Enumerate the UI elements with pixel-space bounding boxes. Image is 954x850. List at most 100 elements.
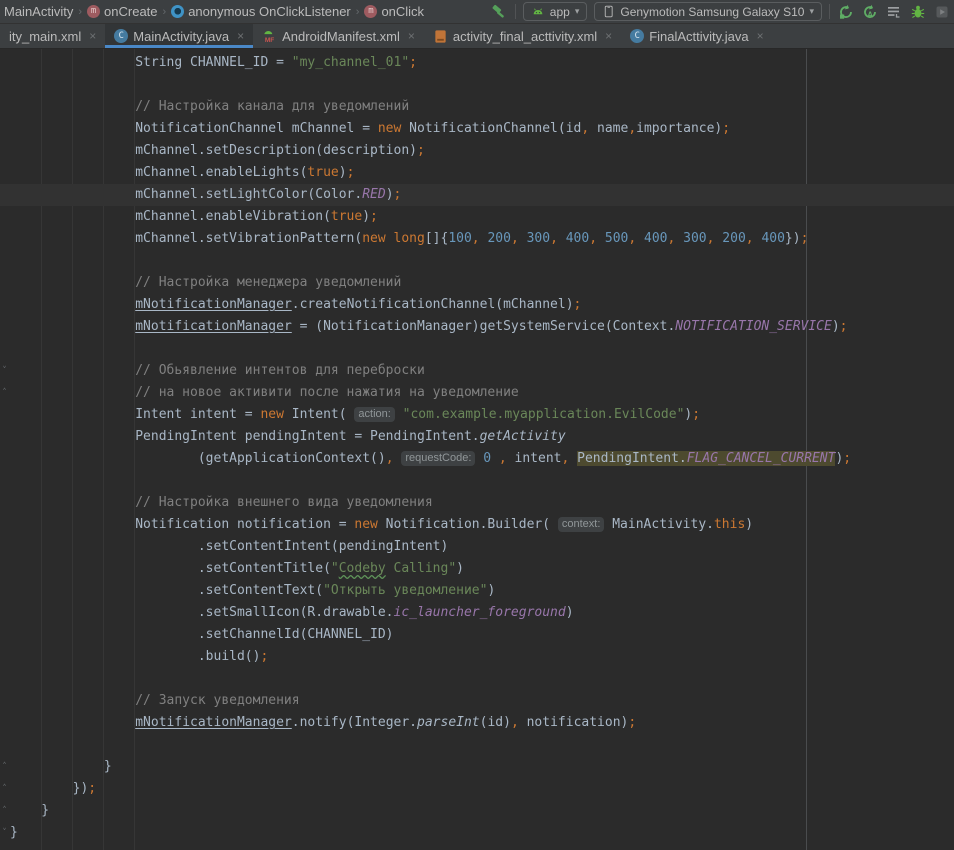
close-icon[interactable]: ×: [408, 29, 415, 43]
device-select[interactable]: Genymotion Samsung Galaxy S10 ▾: [594, 2, 822, 21]
code-line: ˅}: [0, 822, 954, 844]
tab-label: FinalActtivity.java: [649, 29, 748, 44]
editor-tab-bar: ity_main.xml × C MainActivity.java × MF …: [0, 24, 954, 49]
java-class-icon: C: [630, 29, 644, 43]
apply-changes-icon[interactable]: [837, 3, 854, 20]
code-editor[interactable]: String CHANNEL_ID = "my_channel_01"; // …: [0, 49, 954, 850]
toolbar-divider: [829, 4, 830, 19]
code-line: PendingIntent pendingIntent = PendingInt…: [0, 426, 954, 448]
fold-marker-icon[interactable]: ˄: [0, 756, 9, 778]
code-line: mChannel.enableVibration(true);: [0, 206, 954, 228]
close-icon[interactable]: ×: [237, 29, 244, 43]
code-line: .build();: [0, 646, 954, 668]
manifest-file-icon: MF: [262, 29, 277, 44]
tab-label: MainActivity.java: [133, 29, 229, 44]
svg-text:A: A: [867, 10, 873, 19]
code-line: [0, 734, 954, 756]
tab-label: AndroidManifest.xml: [282, 29, 400, 44]
code-line: [0, 74, 954, 96]
code-line: // Настройка менеджера уведомлений: [0, 272, 954, 294]
chevron-down-icon: ▾: [809, 6, 814, 17]
close-icon[interactable]: ×: [89, 29, 96, 43]
method-icon: m: [364, 5, 377, 18]
tab-androidmanifest-xml[interactable]: MF AndroidManifest.xml ×: [253, 24, 424, 48]
code-line: .setSmallIcon(R.drawable.ic_launcher_for…: [0, 602, 954, 624]
code-area: String CHANNEL_ID = "my_channel_01"; // …: [0, 49, 954, 844]
code-line: // Настройка канала для уведомлений: [0, 96, 954, 118]
code-line: (getApplicationContext(), requestCode: 0…: [0, 448, 954, 470]
code-line: Intent intent = new Intent( action: "com…: [0, 404, 954, 426]
code-line: .setChannelId(CHANNEL_ID): [0, 624, 954, 646]
apply-code-changes-icon[interactable]: A: [861, 3, 878, 20]
java-class-icon: C: [114, 29, 128, 43]
breadcrumb-label: MainActivity: [4, 4, 73, 19]
fold-marker-icon[interactable]: ˄: [0, 800, 9, 822]
toolbar-divider: [515, 4, 516, 19]
code-line: ˄ // на новое активити после нажатия на …: [0, 382, 954, 404]
profiler-icon[interactable]: [933, 3, 950, 20]
code-line: [0, 338, 954, 360]
run-config-select[interactable]: app ▾: [523, 2, 588, 21]
parameter-hint: action:: [354, 407, 394, 422]
code-line: // Запуск уведомления: [0, 690, 954, 712]
code-line: .setContentIntent(pendingIntent): [0, 536, 954, 558]
tab-label: activity_final_acttivity.xml: [453, 29, 597, 44]
fold-marker-icon[interactable]: ˄: [0, 778, 9, 800]
breadcrumb-separator: ›: [78, 6, 82, 18]
code-line: Notification notification = new Notifica…: [0, 514, 954, 536]
breadcrumb-onclick[interactable]: m onClick: [362, 4, 426, 19]
svg-text:MF: MF: [265, 37, 274, 44]
code-line: .setContentTitle("Codeby Calling"): [0, 558, 954, 580]
breadcrumb-separator: ›: [356, 6, 360, 18]
code-line: mChannel.setLightColor(Color.RED);: [0, 184, 954, 206]
chevron-down-icon: ▾: [575, 6, 580, 17]
code-line: mChannel.setVibrationPattern(new long[]{…: [0, 228, 954, 250]
code-line: mNotificationManager.notify(Integer.pars…: [0, 712, 954, 734]
code-line: ˄ });: [0, 778, 954, 800]
close-icon[interactable]: ×: [605, 29, 612, 43]
fold-marker-icon[interactable]: ˅: [0, 360, 9, 382]
code-line: mNotificationManager.createNotificationC…: [0, 294, 954, 316]
code-line: ˄ }: [0, 800, 954, 822]
tab-activity-main-xml[interactable]: ity_main.xml ×: [0, 24, 105, 48]
code-line: mNotificationManager = (NotificationMana…: [0, 316, 954, 338]
code-line: mChannel.setDescription(description);: [0, 140, 954, 162]
parameter-hint: requestCode:: [401, 451, 475, 466]
code-line: // Настройка внешнего вида уведомления: [0, 492, 954, 514]
breadcrumb-oncreate[interactable]: m onCreate: [85, 4, 159, 19]
fold-marker-icon[interactable]: ˅: [0, 822, 9, 844]
toolbar-actions: app ▾ Genymotion Samsung Galaxy S10 ▾ A: [491, 2, 950, 21]
close-icon[interactable]: ×: [757, 29, 764, 43]
breadcrumb-separator: ›: [163, 6, 167, 18]
breadcrumb-label: anonymous OnClickListener: [188, 4, 351, 19]
phone-icon: [602, 4, 615, 19]
breadcrumb-label: onClick: [381, 4, 424, 19]
debug-icon[interactable]: [909, 3, 926, 20]
code-line: ˅ // Обьявление интентов для переброски: [0, 360, 954, 382]
list-icon[interactable]: [885, 3, 902, 20]
code-line: [0, 470, 954, 492]
method-icon: m: [87, 5, 100, 18]
breadcrumb-label: onCreate: [104, 4, 157, 19]
android-icon: [531, 5, 545, 19]
code-line: [0, 250, 954, 272]
parameter-hint: context:: [558, 517, 605, 532]
tab-finalacttivity-java[interactable]: C FinalActtivity.java ×: [621, 24, 772, 48]
fold-marker-icon[interactable]: ˄: [0, 382, 9, 404]
breadcrumb-class[interactable]: MainActivity: [2, 4, 75, 19]
tab-mainactivity-java[interactable]: C MainActivity.java ×: [105, 24, 253, 48]
run-config-label: app: [550, 5, 570, 19]
code-line: .setContentText("Открыть уведомление"): [0, 580, 954, 602]
code-line: mChannel.enableLights(true);: [0, 162, 954, 184]
tab-activity-final-acttivity-xml[interactable]: activity_final_acttivity.xml ×: [424, 24, 621, 48]
breadcrumb-anonymous-class[interactable]: anonymous OnClickListener: [169, 4, 353, 19]
code-line: NotificationChannel mChannel = new Notif…: [0, 118, 954, 140]
anonymous-class-icon: [171, 5, 184, 18]
code-line: ˄ }: [0, 756, 954, 778]
breadcrumb: MainActivity › m onCreate › anonymous On…: [2, 4, 426, 19]
tab-label: ity_main.xml: [9, 29, 81, 44]
code-line: [0, 668, 954, 690]
main-toolbar: MainActivity › m onCreate › anonymous On…: [0, 0, 954, 24]
layout-file-icon: [433, 29, 448, 44]
build-hammer-icon[interactable]: [491, 3, 508, 20]
